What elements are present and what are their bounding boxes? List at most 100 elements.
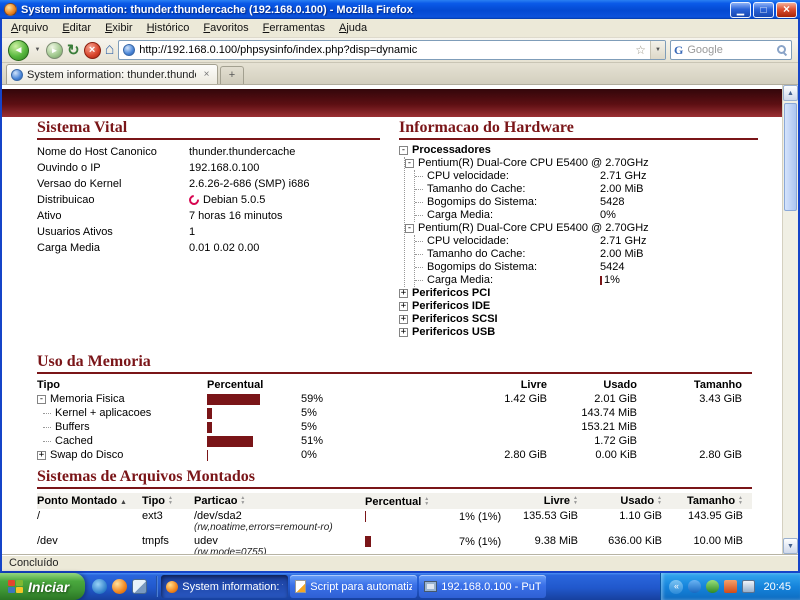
usage-bar [207, 436, 297, 447]
tab-close-icon[interactable] [200, 68, 213, 81]
collapse-icon[interactable] [399, 146, 408, 155]
cpu-property: Carga Media: 0% [415, 209, 758, 222]
vertical-scrollbar[interactable] [782, 85, 798, 554]
bookmark-star-icon[interactable] [635, 43, 646, 57]
col-header-tipo[interactable]: Tipo [142, 495, 194, 507]
cell-usado: 153.21 MiB [547, 420, 637, 434]
memory-type: Kernel + aplicacoes [55, 406, 151, 420]
search-icon[interactable] [776, 44, 788, 56]
property-label: Bogomips do Sistema: [427, 196, 600, 209]
antivirus-icon[interactable] [724, 580, 737, 593]
network-icon[interactable] [688, 580, 701, 593]
taskbar-clock[interactable]: 20:45 [763, 581, 791, 593]
back-button[interactable] [8, 40, 29, 61]
vital-value: 1 [189, 224, 195, 240]
minimize-button[interactable] [730, 2, 751, 18]
scrollbar-track[interactable] [783, 101, 798, 538]
menu-favoritos[interactable]: Favoritos [196, 20, 255, 36]
hide-icons-chevron-icon[interactable] [669, 580, 683, 594]
tree-node-cpu1: Pentium(R) Dual-Core CPU E5400 @ 2.70GHz [405, 157, 758, 170]
section-title-sistema-vital: Sistema Vital [37, 119, 392, 137]
collapse-icon[interactable] [405, 224, 414, 233]
col-header-livre[interactable]: Livre [515, 495, 578, 507]
close-button[interactable] [776, 2, 797, 18]
refresh-icon[interactable] [67, 41, 80, 59]
section-title-hardware: Informacao do Hardware [399, 119, 758, 137]
new-tab-button[interactable]: + [220, 66, 244, 84]
titlebar[interactable]: System information: thunder.thundercache… [0, 0, 800, 19]
vital-row: Ativo 7 horas 16 minutos [37, 208, 392, 224]
firefox-icon [4, 3, 17, 16]
cpu-property: Tamanho do Cache: 2.00 MiB [415, 248, 758, 261]
tree-connector [415, 183, 425, 196]
tree-label: Perifericos PCI [412, 287, 490, 300]
memory-type: Cached [55, 434, 93, 448]
menubar: Arquivo Editar Exibir Histórico Favorito… [2, 19, 798, 38]
maximize-button[interactable] [753, 2, 774, 18]
col-header-tamanho[interactable]: Tamanho [662, 495, 743, 507]
collapse-icon[interactable] [405, 159, 414, 168]
cell-livre: 1.42 GiB [462, 392, 547, 406]
property-value: 5428 [600, 196, 624, 209]
expand-icon[interactable] [37, 451, 46, 460]
usage-percent: 0% [301, 448, 317, 462]
script-file-icon [295, 580, 306, 593]
task-button-firefox[interactable]: System information: t... [161, 575, 288, 598]
tree-connector [43, 407, 53, 420]
task-button-script[interactable]: Script para automatiz... [290, 575, 417, 598]
header-label: Ponto Montado [37, 495, 117, 507]
expand-icon[interactable] [399, 315, 408, 324]
usage-percent: 51% [301, 434, 323, 448]
cell-usado: 2.01 GiB [547, 392, 637, 406]
header-label: Livre [544, 495, 570, 507]
collapse-icon[interactable] [37, 395, 46, 404]
filesystem-row-dev: /dev tmpfs udev (rw,mode=0755) 7% (1%) 9… [37, 534, 752, 554]
scroll-down-icon[interactable] [783, 538, 798, 554]
firefox-icon[interactable] [112, 579, 127, 594]
col-header-ponto-montado[interactable]: Ponto Montado [37, 495, 142, 507]
start-button[interactable]: Iniciar [0, 573, 85, 600]
task-button-putty[interactable]: 192.168.0.100 - PuTTY [419, 575, 546, 598]
scroll-up-icon[interactable] [783, 85, 798, 101]
home-icon[interactable] [105, 41, 115, 59]
load-bar [600, 276, 602, 285]
show-desktop-icon[interactable] [132, 579, 147, 594]
menu-editar[interactable]: Editar [55, 20, 98, 36]
update-icon[interactable] [706, 580, 719, 593]
cpu-name: Pentium(R) Dual-Core CPU E5400 @ 2.70GHz [418, 157, 649, 170]
expand-icon[interactable] [399, 328, 408, 337]
col-header-usado[interactable]: Usado [578, 495, 662, 507]
col-header-particao[interactable]: Particao [194, 495, 365, 507]
stop-icon[interactable] [84, 42, 101, 59]
expand-icon[interactable] [399, 289, 408, 298]
scrollbar-thumb[interactable] [784, 103, 797, 211]
vital-row: Nome do Host Canonico thunder.thundercac… [37, 144, 392, 160]
cell-particao: /dev/sda2 [194, 510, 365, 522]
start-label: Iniciar [28, 579, 69, 595]
search-input[interactable]: Google [670, 40, 792, 60]
menu-historico[interactable]: Histórico [140, 20, 197, 36]
usage-percent: 7% (1%) [459, 536, 501, 548]
section-title-filesystems: Sistemas de Arquivos Montados [37, 468, 752, 486]
vital-value: 7 horas 16 minutos [189, 208, 283, 224]
volume-icon[interactable] [742, 580, 755, 593]
header-label: Tamanho [687, 495, 735, 507]
menu-exibir[interactable]: Exibir [98, 20, 140, 36]
col-header-percentual[interactable]: Percentual [365, 495, 515, 508]
forward-button[interactable] [46, 42, 63, 59]
menu-ajuda[interactable]: Ajuda [332, 20, 374, 36]
tab-system-information[interactable]: System information: thunder.thunder... [6, 64, 218, 84]
url-bar[interactable]: http://192.168.0.100/phpsysinfo/index.ph… [118, 40, 666, 60]
page-header-banner [2, 89, 782, 117]
header-label: Usado [620, 495, 654, 507]
internet-explorer-icon[interactable] [92, 579, 107, 594]
expand-icon[interactable] [399, 302, 408, 311]
cpu-property: CPU velocidade: 2.71 GHz [415, 170, 758, 183]
back-history-dropdown-icon[interactable] [33, 47, 42, 53]
cell-mount: / [37, 510, 142, 533]
window-title: System information: thunder.thundercache… [21, 4, 730, 16]
url-dropdown-icon[interactable] [650, 41, 665, 59]
menu-arquivo[interactable]: Arquivo [4, 20, 55, 36]
property-label: CPU velocidade: [427, 235, 600, 248]
menu-ferramentas[interactable]: Ferramentas [256, 20, 332, 36]
